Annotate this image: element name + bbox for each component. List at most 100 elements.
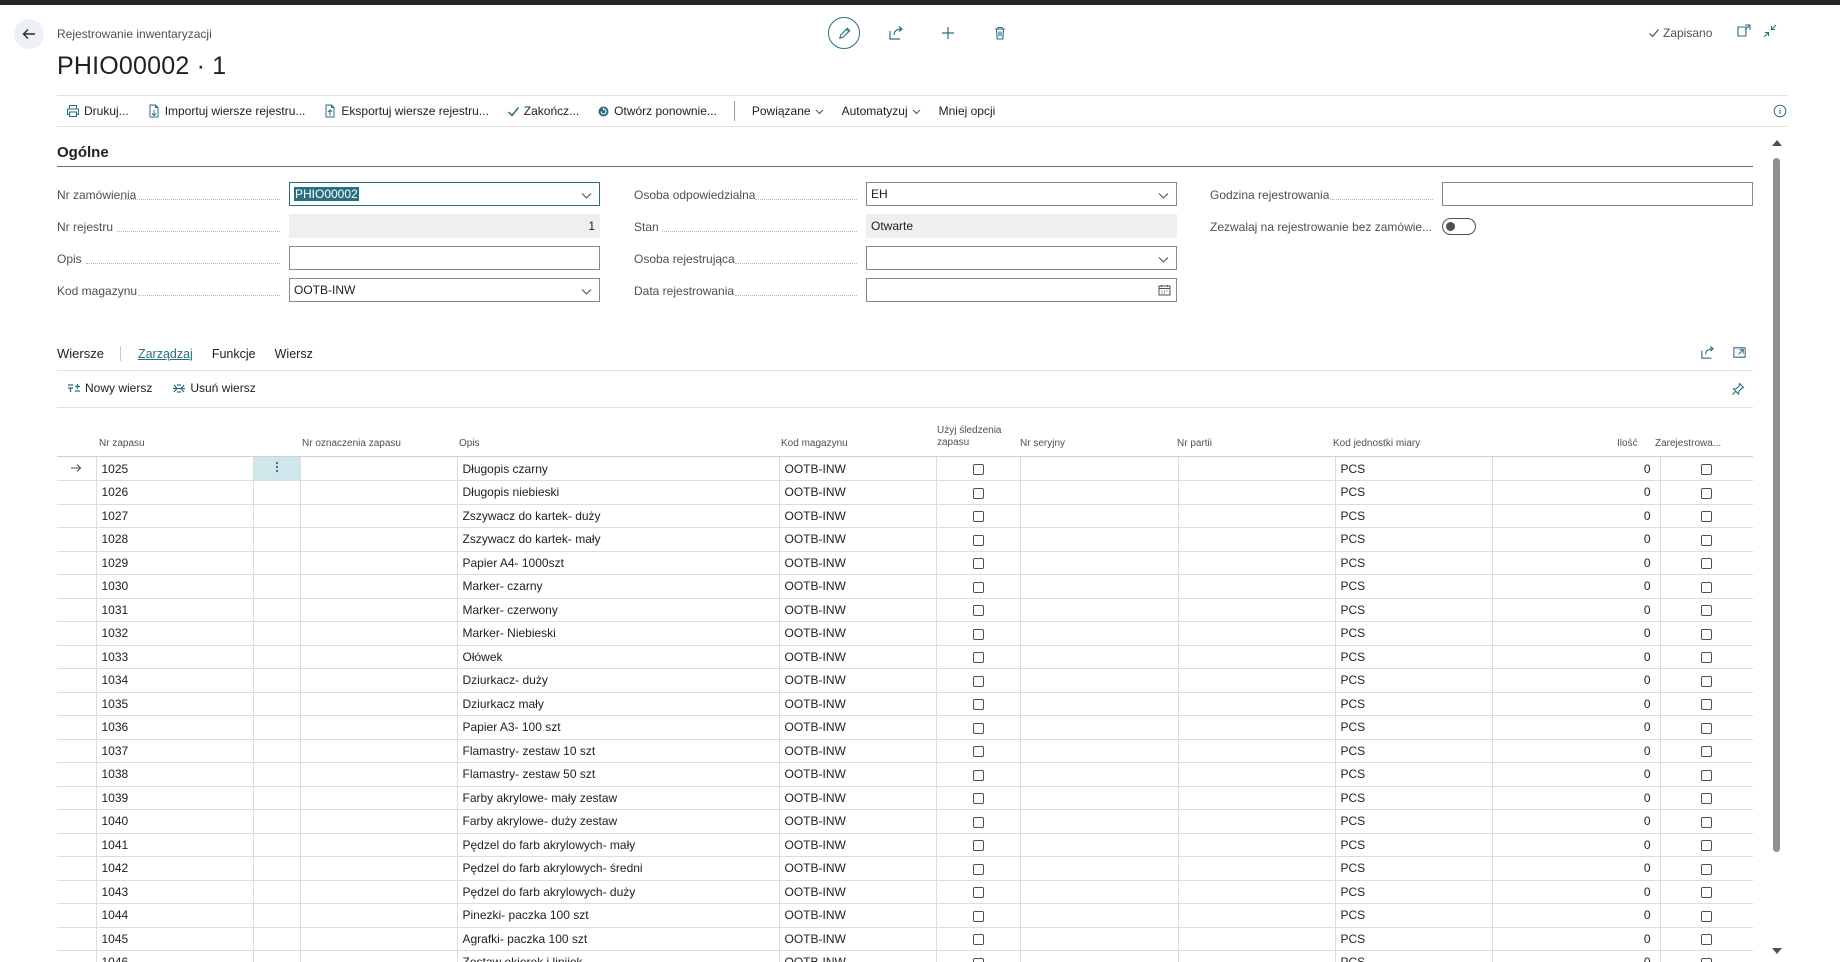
row-menu-cell[interactable] xyxy=(253,880,301,904)
recorded-checkbox[interactable] xyxy=(1701,840,1712,852)
order-no-field[interactable]: PHIO00002 xyxy=(289,182,600,206)
cell-serial[interactable] xyxy=(1020,903,1179,928)
date-field[interactable] xyxy=(866,278,1177,302)
cell-uom[interactable]: PCS xyxy=(1335,880,1493,904)
cell-qty[interactable]: 0 xyxy=(1492,457,1661,481)
cell-uom[interactable]: PCS xyxy=(1335,833,1493,857)
recorded-checkbox[interactable] xyxy=(1701,793,1712,805)
row-menu-cell[interactable] xyxy=(253,504,301,528)
cell-uom[interactable]: PCS xyxy=(1335,809,1493,834)
tracking-checkbox[interactable] xyxy=(972,934,984,946)
cell-lot[interactable] xyxy=(1178,551,1336,575)
cell-variant[interactable] xyxy=(300,504,458,528)
table-row[interactable]: 1037 Flamastry- zestaw 10 szt OOTB-INW PCS 0 xyxy=(57,739,1753,763)
cell-serial[interactable] xyxy=(1020,927,1179,951)
cell-description[interactable]: Długopis niebieski xyxy=(457,480,780,505)
cell-serial[interactable] xyxy=(1020,739,1179,763)
cell-location[interactable]: OOTB-INW xyxy=(779,574,937,599)
cell-lot[interactable] xyxy=(1178,668,1336,693)
recorded-checkbox[interactable] xyxy=(1701,746,1712,758)
cell-qty[interactable]: 0 xyxy=(1492,833,1661,857)
cell-item-no[interactable]: 1029 xyxy=(96,551,254,575)
table-row[interactable]: 1029 Papier A4- 1000szt OOTB-INW PCS 0 xyxy=(57,551,1753,575)
recorded-checkbox[interactable] xyxy=(1701,934,1712,946)
print-action[interactable]: Drukuj... xyxy=(57,96,138,126)
row-menu-cell[interactable] xyxy=(253,856,301,881)
col-item-no[interactable]: Nr zapasu xyxy=(99,438,145,450)
tracking-checkbox[interactable] xyxy=(972,910,984,922)
tracking-checkbox[interactable] xyxy=(972,558,984,570)
tracking-checkbox[interactable] xyxy=(972,699,984,711)
row-menu-cell[interactable] xyxy=(253,903,301,928)
cell-qty[interactable]: 0 xyxy=(1492,927,1661,951)
table-row[interactable]: 1025 Długopis czarny OOTB-INW PCS 0 xyxy=(57,457,1753,481)
cell-location[interactable]: OOTB-INW xyxy=(779,715,937,740)
cell-item-no[interactable]: 1038 xyxy=(96,762,254,787)
row-menu-cell[interactable] xyxy=(253,480,301,505)
cell-variant[interactable] xyxy=(300,833,458,857)
cell-uom[interactable]: PCS xyxy=(1335,504,1493,528)
cell-qty[interactable]: 0 xyxy=(1492,574,1661,599)
cell-lot[interactable] xyxy=(1178,527,1336,552)
pin-icon[interactable] xyxy=(1731,382,1745,396)
cell-item-no[interactable]: 1027 xyxy=(96,504,254,528)
tracking-checkbox[interactable] xyxy=(972,887,984,899)
row-menu-cell[interactable] xyxy=(253,645,301,669)
cell-description[interactable]: Zszywacz do kartek- mały xyxy=(457,527,780,552)
cell-location[interactable]: OOTB-INW xyxy=(779,645,937,669)
cell-description[interactable]: Papier A4- 1000szt xyxy=(457,551,780,575)
cell-uom[interactable]: PCS xyxy=(1335,551,1493,575)
cell-location[interactable]: OOTB-INW xyxy=(779,668,937,693)
recorded-checkbox[interactable] xyxy=(1701,511,1712,523)
cell-description[interactable]: Zszywacz do kartek- duży xyxy=(457,504,780,528)
cell-qty[interactable]: 0 xyxy=(1492,551,1661,575)
cell-variant[interactable] xyxy=(300,950,458,962)
cell-variant[interactable] xyxy=(300,927,458,951)
table-row[interactable]: 1027 Zszywacz do kartek- duży OOTB-INW PCS 0 xyxy=(57,504,1753,528)
cell-description[interactable]: Pędzel do farb akrylowych- duży xyxy=(457,880,780,904)
cell-uom[interactable]: PCS xyxy=(1335,786,1493,810)
cell-lot[interactable] xyxy=(1178,950,1336,962)
new-button[interactable] xyxy=(932,17,964,49)
row-menu-cell[interactable] xyxy=(253,668,301,693)
cell-location[interactable]: OOTB-INW xyxy=(779,786,937,810)
open-new-window-icon[interactable] xyxy=(1736,23,1752,39)
back-button[interactable] xyxy=(14,19,44,49)
cell-location[interactable]: OOTB-INW xyxy=(779,809,937,834)
cell-description[interactable]: Marker- Niebieski xyxy=(457,621,780,646)
recorded-checkbox[interactable] xyxy=(1701,558,1712,570)
collapse-icon[interactable] xyxy=(1762,23,1778,39)
cell-lot[interactable] xyxy=(1178,480,1336,505)
cell-serial[interactable] xyxy=(1020,692,1179,716)
cell-location[interactable]: OOTB-INW xyxy=(779,457,937,481)
cell-description[interactable]: Pędzel do farb akrylowych- średni xyxy=(457,856,780,881)
cell-variant[interactable] xyxy=(300,551,458,575)
cell-location[interactable]: OOTB-INW xyxy=(779,762,937,787)
cell-uom[interactable]: PCS xyxy=(1335,668,1493,693)
recorded-checkbox[interactable] xyxy=(1701,722,1712,734)
cell-item-no[interactable]: 1030 xyxy=(96,574,254,599)
cell-location[interactable]: OOTB-INW xyxy=(779,833,937,857)
cell-variant[interactable] xyxy=(300,762,458,787)
table-row[interactable]: 1036 Papier A3- 100 szt OOTB-INW PCS 0 xyxy=(57,715,1753,740)
cell-lot[interactable] xyxy=(1178,856,1336,881)
cell-variant[interactable] xyxy=(300,668,458,693)
cell-uom[interactable]: PCS xyxy=(1335,598,1493,622)
export-action[interactable]: Eksportuj wiersze rejestru... xyxy=(314,96,497,126)
cell-lot[interactable] xyxy=(1178,692,1336,716)
col-qty[interactable]: Ilość xyxy=(1617,438,1638,450)
share-button[interactable] xyxy=(880,17,912,49)
cell-lot[interactable] xyxy=(1178,645,1336,669)
cell-uom[interactable]: PCS xyxy=(1335,621,1493,646)
recorder-field[interactable] xyxy=(866,246,1177,270)
cell-qty[interactable]: 0 xyxy=(1492,504,1661,528)
tracking-checkbox[interactable] xyxy=(972,816,984,828)
cell-variant[interactable] xyxy=(300,786,458,810)
row-menu-cell[interactable] xyxy=(253,574,301,599)
cell-variant[interactable] xyxy=(300,739,458,763)
col-location[interactable]: Kod magazynu xyxy=(781,438,848,450)
cell-variant[interactable] xyxy=(300,457,458,481)
col-serial[interactable]: Nr seryjny xyxy=(1020,438,1065,450)
cell-serial[interactable] xyxy=(1020,457,1179,481)
location-field[interactable]: OOTB-INW xyxy=(289,278,600,302)
